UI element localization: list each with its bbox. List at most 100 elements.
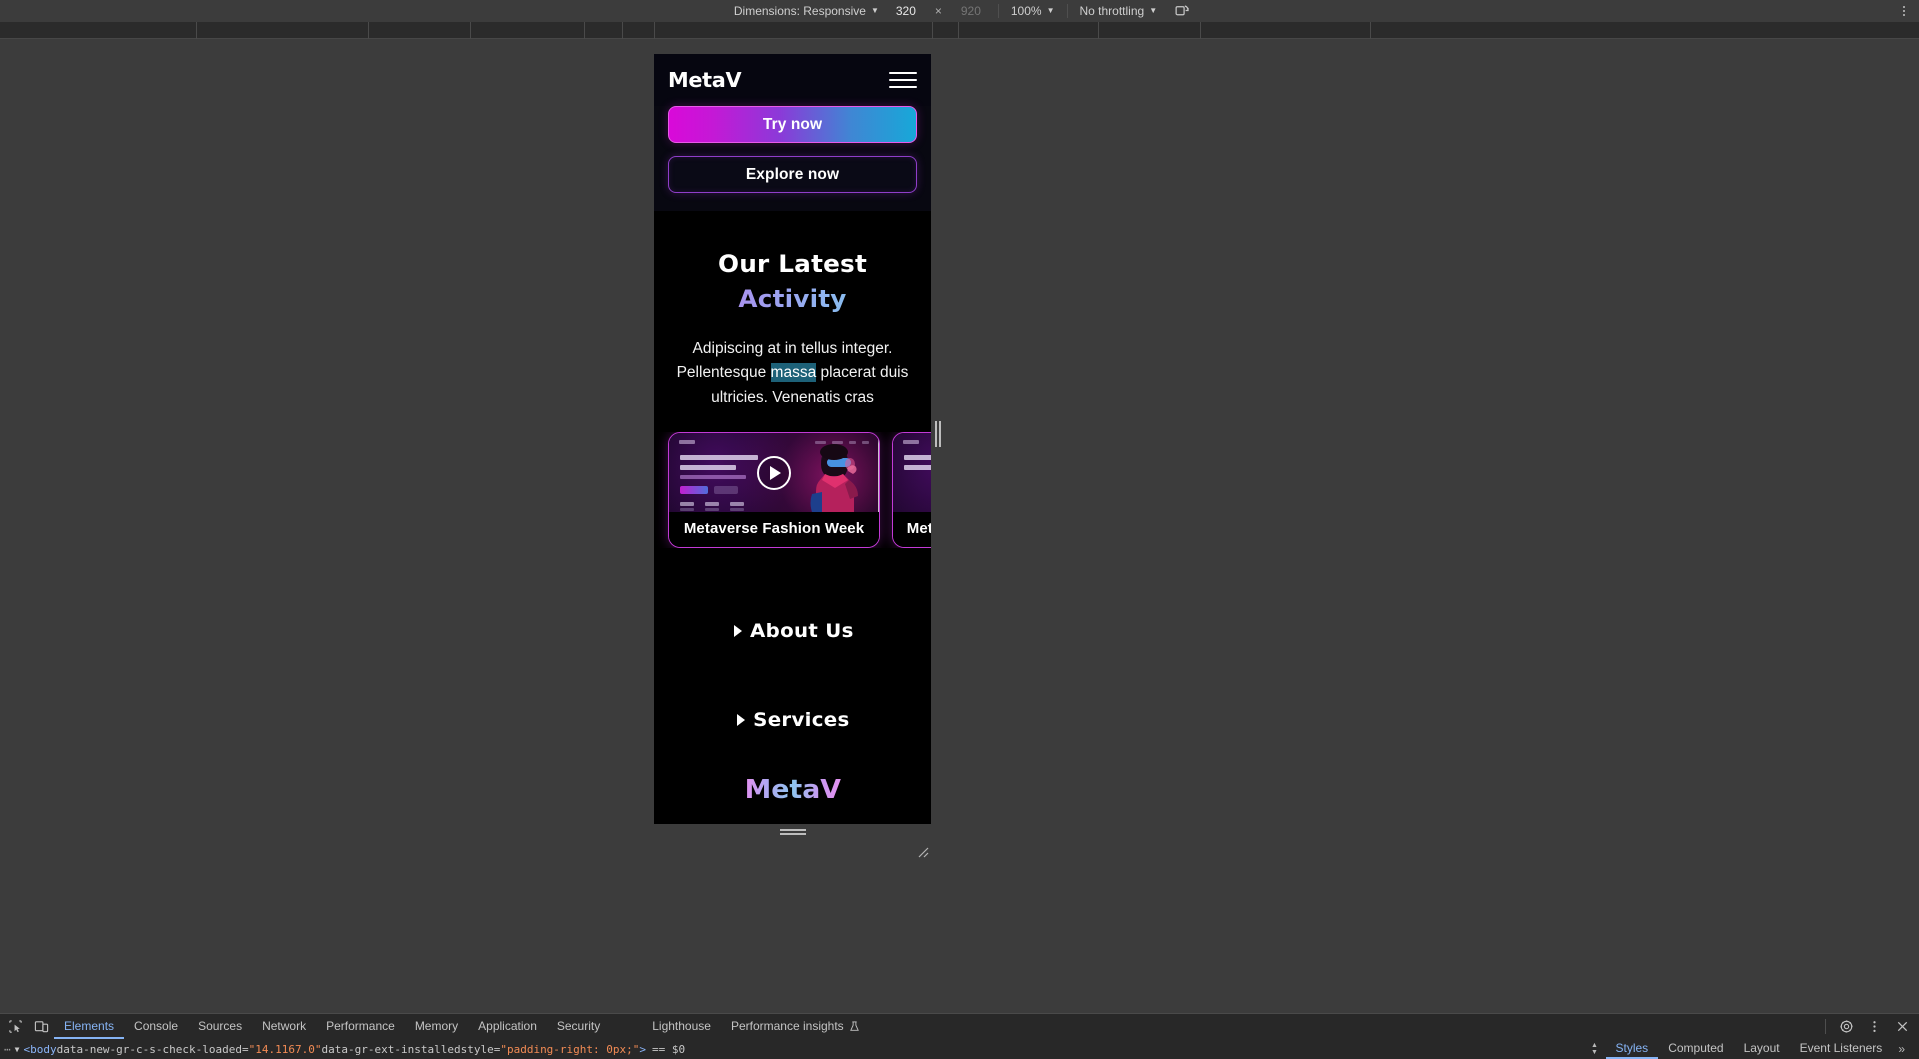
tab-memory[interactable]: Memory [405,1014,468,1039]
sidebar-tab-event-listeners[interactable]: Event Listeners [1790,1038,1893,1059]
hamburger-menu-icon[interactable] [889,70,917,90]
dom-expand-triangle-icon[interactable]: ▼ [15,1045,20,1054]
viewport-height-input[interactable] [949,3,992,18]
video-card-title: Metaverse Fashion Week [669,512,879,548]
zoom-label: 100% [1010,3,1042,18]
accordion-label: About Us [749,620,854,643]
web-page: MetaV Try now Explore now Our Latest Act… [654,54,931,824]
drag-bar [779,829,806,831]
ruler-tick [1200,22,1201,39]
footer-logo[interactable]: MetaV [744,775,840,805]
tab-performance[interactable]: Performance [316,1014,405,1039]
ruler-tick [1098,22,1099,39]
chevron-down-icon: ▼ [870,5,879,15]
devtools-tabbar: Elements Console Sources Network Perform… [0,1014,1919,1039]
viewport-width-drag-handle[interactable] [931,414,945,454]
tab-console[interactable]: Console [124,1014,188,1039]
flask-icon [849,1021,859,1031]
tab-network[interactable]: Network [252,1014,316,1039]
ruler-tick [196,22,197,39]
dom-attr3-value: "padding-right: 0px;" [500,1042,640,1056]
video-card[interactable]: Metaverse Fashion Week [668,432,880,549]
thumb-stat [705,501,719,511]
tab-security[interactable]: Security [547,1014,610,1039]
thumb-stat [730,501,744,511]
dimensions-label: Dimensions: Responsive [733,3,866,18]
play-button-icon[interactable] [757,455,791,490]
hero-cta-group: Try now Explore now [654,106,931,193]
triangle-right-icon [733,625,742,638]
try-now-button[interactable]: Try now [668,106,917,143]
toolbar-divider [1825,1019,1826,1034]
spinner-up-icon: ▲ [1591,1041,1598,1049]
gear-icon[interactable] [1833,1016,1859,1038]
viewport-width-input[interactable] [884,3,927,18]
sidebar-tab-layout[interactable]: Layout [1734,1038,1790,1059]
hamburger-bar [889,86,917,88]
drag-bar [779,833,806,835]
accordion-about-us[interactable]: About Us [654,606,931,656]
close-icon[interactable] [1889,1016,1915,1038]
tab-performance-insights-label: Performance insights [730,1019,844,1033]
thumb-headline-line [680,455,758,461]
drag-handle-bars [934,421,942,447]
viewport-height-drag-handle[interactable] [654,825,931,839]
thumb-headline [680,455,758,511]
accordion-services[interactable]: Services [654,695,931,745]
kebab-menu-icon[interactable] [1895,2,1913,20]
tab-sources[interactable]: Sources [188,1014,252,1039]
rotate-icon[interactable] [1173,2,1191,20]
tab-application[interactable]: Application [468,1014,547,1039]
thumb-primary-badge [680,485,708,494]
site-logo[interactable]: MetaV [668,68,742,92]
emulation-stage: MetaV Try now Explore now Our Latest Act… [0,39,1919,1013]
devtools-toolbar-right [1820,1014,1915,1039]
viewport-corner-resize-handle[interactable] [916,845,930,859]
toolbar-divider [997,3,999,18]
section-heading-line2: Activity [654,282,931,317]
tab-elements[interactable]: Elements [54,1014,124,1039]
sidebar-tab-styles[interactable]: Styles [1606,1038,1659,1059]
zoom-dropdown[interactable]: 100% ▼ [1005,2,1061,20]
thumb-mini-nav [903,440,931,445]
thumb-edge-rule [877,433,879,513]
tab-performance-insights[interactable]: Performance insights [721,1014,870,1039]
dom-attr2-name: data-gr-ext-installed [321,1042,461,1056]
video-card-title: Metaverse Music Festival [893,512,931,548]
toolbar-divider [1066,3,1068,18]
ruler-tick [958,22,959,39]
horizontal-ruler [0,22,1919,39]
drag-bar [939,421,941,447]
selected-text-highlight: massa [770,363,817,383]
activity-carousel[interactable]: Metaverse Fashion Week Me [654,432,931,549]
dom-tag-close: > [639,1042,647,1056]
dom-attr1-value: "14.1167.0" [248,1042,322,1056]
multiply-symbol: × [934,3,942,18]
chevron-down-icon: ▼ [1046,5,1055,15]
dom-ellipsis[interactable]: ⋯ [4,1043,12,1056]
video-thumbnail [893,433,931,513]
thumb-headline [904,455,931,475]
accordion-list: About Us Services [654,548,931,745]
explore-now-button[interactable]: Explore now [668,156,917,193]
sidebar-resize-spinner[interactable]: ▲ ▼ [1588,1040,1602,1058]
section-heading-line1: Our Latest [717,250,868,278]
accordion-label: Services [753,709,850,732]
ruler-tick [932,22,933,39]
kebab-menu-icon[interactable] [1861,1016,1887,1038]
devtools-panel: Elements Console Sources Network Perform… [0,1013,1919,1059]
latest-activity-section: Our Latest Activity Adipiscing at in tel… [654,211,931,549]
kebab-dot [1903,13,1905,16]
drag-bar [935,421,937,447]
video-card[interactable]: Metaverse Music Festival [892,432,931,549]
sidebar-more-tabs-icon[interactable]: » [1892,1042,1911,1056]
inspect-element-icon[interactable] [2,1016,28,1038]
drag-handle-bars [779,828,806,836]
chevron-down-icon: ▼ [1149,5,1158,15]
tab-lighthouse[interactable]: Lighthouse [642,1014,721,1039]
dimensions-dropdown[interactable]: Dimensions: Responsive ▼ [728,2,885,20]
thumb-headline-line [680,465,736,471]
device-toolbar-icon[interactable] [28,1016,54,1038]
throttling-dropdown[interactable]: No throttling ▼ [1074,2,1164,20]
sidebar-tab-computed[interactable]: Computed [1658,1038,1733,1059]
